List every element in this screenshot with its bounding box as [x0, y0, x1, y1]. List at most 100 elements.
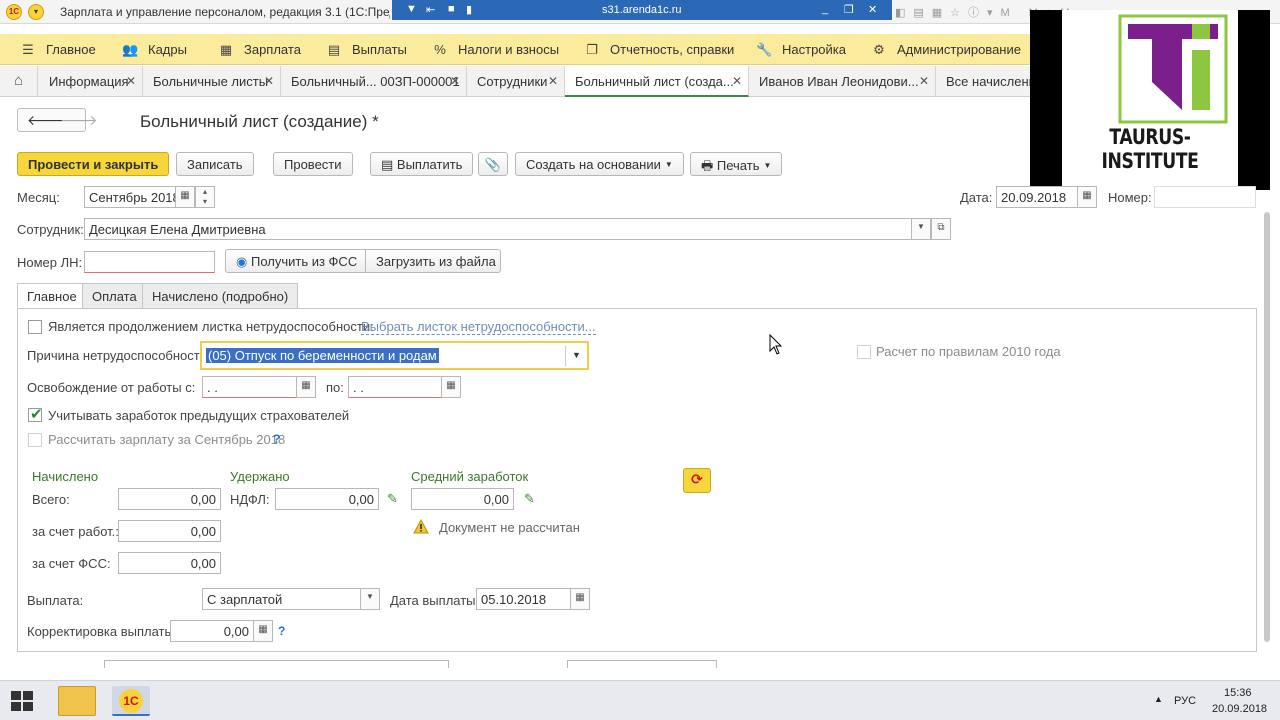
release-from-field[interactable]: . .	[202, 376, 297, 398]
calendar-icon[interactable]: ▦	[570, 588, 590, 610]
employer-field: 0,00	[118, 520, 221, 542]
create-based-on-button[interactable]: Создать на основании ▼	[515, 152, 684, 176]
scrollbar[interactable]	[1262, 212, 1272, 662]
payment-label: Выплата:	[27, 593, 84, 608]
close-icon[interactable]: ✕	[732, 74, 742, 88]
restore-icon[interactable]: ❐	[844, 3, 854, 16]
language-indicator[interactable]: РУС	[1174, 695, 1196, 707]
minimize-icon[interactable]: _	[822, 3, 828, 15]
pencil-icon[interactable]: ✎	[524, 491, 535, 507]
help-icon[interactable]: ?	[273, 432, 280, 446]
date-field[interactable]: 20.09.2018	[996, 186, 1078, 208]
hidden-field	[104, 660, 449, 668]
pencil-icon[interactable]: ✎	[387, 491, 398, 507]
tab-accrued-detailed[interactable]: Начислено (подробно)	[142, 283, 299, 308]
correction-field[interactable]: 0,00	[170, 620, 254, 642]
main-menu-icon[interactable]: ▾	[28, 4, 44, 20]
lock-icon[interactable]: ■	[448, 3, 455, 15]
section-reports[interactable]: ❐ Отчетность, справки	[584, 42, 734, 58]
close-icon[interactable]: ✕	[126, 74, 136, 88]
tab-payment[interactable]: Оплата	[82, 283, 147, 308]
calendar-icon[interactable]: ▦	[441, 376, 461, 398]
section-main[interactable]: ☰ Главное	[20, 42, 96, 58]
open-icon[interactable]: ⧉	[931, 218, 951, 240]
chevron-down-icon[interactable]: ▼	[360, 588, 380, 610]
close-icon[interactable]: ✕	[264, 74, 274, 88]
number-field[interactable]	[1154, 186, 1256, 208]
employee-label: Сотрудник:	[17, 222, 84, 237]
consider-prev-checkbox[interactable]: ✔	[28, 406, 43, 423]
section-hr[interactable]: 👥 Кадры	[122, 42, 187, 58]
payment-select[interactable]: С зарплатой	[202, 588, 362, 610]
section-taxes[interactable]: % Налоги и взносы	[432, 42, 559, 57]
reason-value: (05) Отпуск по беременности и родам	[206, 348, 439, 363]
forward-arrow-icon[interactable]: 🡒	[60, 112, 98, 129]
section-settings[interactable]: 🔧 Настройка	[756, 42, 846, 58]
employee-field[interactable]: Десицкая Елена Дмитриевна	[84, 218, 912, 240]
tab-info[interactable]: Информация ✕	[39, 66, 143, 97]
continuation-checkbox[interactable]	[28, 320, 42, 334]
tab-employees[interactable]: Сотрудники ✕	[467, 66, 565, 97]
tab-main[interactable]: Главное	[17, 283, 87, 309]
chevron-down-icon[interactable]: ▼	[911, 218, 931, 240]
tab-sick-list-create[interactable]: Больничный лист (созда... ✕	[565, 66, 749, 97]
1c-taskbar-icon[interactable]: 1С	[112, 686, 150, 716]
release-to-field[interactable]: . .	[348, 376, 442, 398]
calc-salary-label: Рассчитать зарплату за Сентябрь 2018	[48, 432, 286, 447]
tray-expand-icon[interactable]: ▲	[1154, 694, 1163, 704]
section-payments[interactable]: ▤ Выплаты	[326, 42, 407, 58]
taskbar: 1С ▲ РУС 15:36 20.09.2018	[0, 680, 1280, 720]
clock-time: 15:36	[1224, 687, 1252, 699]
windows-start-icon[interactable]	[10, 690, 34, 712]
calendar-icon[interactable]: ▦	[175, 186, 195, 208]
release-to-label: по:	[326, 380, 344, 395]
section-admin[interactable]: ⚙ Администрирование	[871, 42, 1021, 58]
month-field[interactable]: Сентябрь 2018	[84, 186, 176, 208]
tab-all-accruals[interactable]: Все начисления	[936, 66, 1030, 97]
month-stepper[interactable]: ▴ ▾	[195, 186, 215, 208]
release-label: Освобождение от работы с:	[27, 380, 196, 395]
tab-ivanov[interactable]: Иванов Иван Леонидови... ✕	[749, 66, 936, 97]
chevron-down-icon[interactable]: ▼	[565, 346, 587, 366]
file-explorer-icon[interactable]	[58, 686, 96, 716]
continuation-label: Является продолжением листка нетрудоспос…	[48, 319, 374, 334]
close-icon[interactable]: ✕	[919, 74, 929, 88]
attach-button[interactable]: 📎	[478, 152, 508, 176]
get-from-fss-button[interactable]: ◉ Получить из ФСС	[225, 249, 366, 273]
calendar-icon[interactable]: ▦	[1077, 186, 1097, 208]
save-button[interactable]: Записать	[176, 152, 254, 176]
pay-date-field[interactable]: 05.10.2018	[476, 588, 571, 610]
number-label: Номер:	[1108, 190, 1152, 205]
tab-sick-lists[interactable]: Больничные листы ✕	[143, 66, 281, 97]
section-salary[interactable]: ▦ Зарплата	[218, 42, 301, 58]
close-icon[interactable]: ✕	[450, 74, 460, 88]
close-icon[interactable]: ✕	[868, 3, 877, 16]
taurus-logo-icon	[1118, 14, 1228, 124]
close-icon[interactable]: ✕	[548, 74, 558, 88]
fss-label: за счет ФСС:	[32, 556, 111, 571]
load-from-file-button[interactable]: Загрузить из файла	[365, 249, 501, 273]
select-sick-list-link[interactable]: Выбрать листок нетрудоспособности...	[361, 319, 596, 335]
tab-sick-list-doc[interactable]: Больничный... 00ЗП-000001 ✕	[281, 66, 467, 97]
help-icon[interactable]: ?	[278, 624, 285, 638]
percent-icon: %	[434, 42, 446, 57]
recalculate-button[interactable]: ⟳	[683, 468, 711, 493]
calculator-icon[interactable]: ▦	[253, 620, 273, 642]
print-button[interactable]: 🖶 Печать ▼	[690, 152, 783, 176]
chevron-down-icon[interactable]: ▼	[406, 3, 417, 15]
remote-host: s31.arenda1c.ru	[602, 4, 682, 16]
pin-icon[interactable]: ⇤	[426, 3, 435, 16]
calendar-icon[interactable]: ▦	[296, 376, 316, 398]
rules-2010-checkbox[interactable]	[857, 345, 871, 359]
post-and-close-button[interactable]: Провести и закрыть	[17, 152, 170, 176]
logo-overlay: TAURUS-INSTITUTE	[1030, 10, 1270, 190]
pay-button[interactable]: ▤ Выплатить	[370, 152, 474, 176]
ln-number-field[interactable]	[84, 251, 215, 273]
not-calculated-text: Документ не рассчитан	[439, 520, 580, 535]
post-button[interactable]: Провести	[273, 152, 353, 176]
home-icon[interactable]: ⌂	[0, 66, 38, 97]
calc-salary-checkbox[interactable]	[28, 433, 42, 447]
month-label: Месяц:	[17, 190, 60, 205]
back-arrow-icon[interactable]: 🡐	[27, 112, 65, 129]
reason-select[interactable]: (05) Отпуск по беременности и родам ▼	[200, 341, 589, 370]
